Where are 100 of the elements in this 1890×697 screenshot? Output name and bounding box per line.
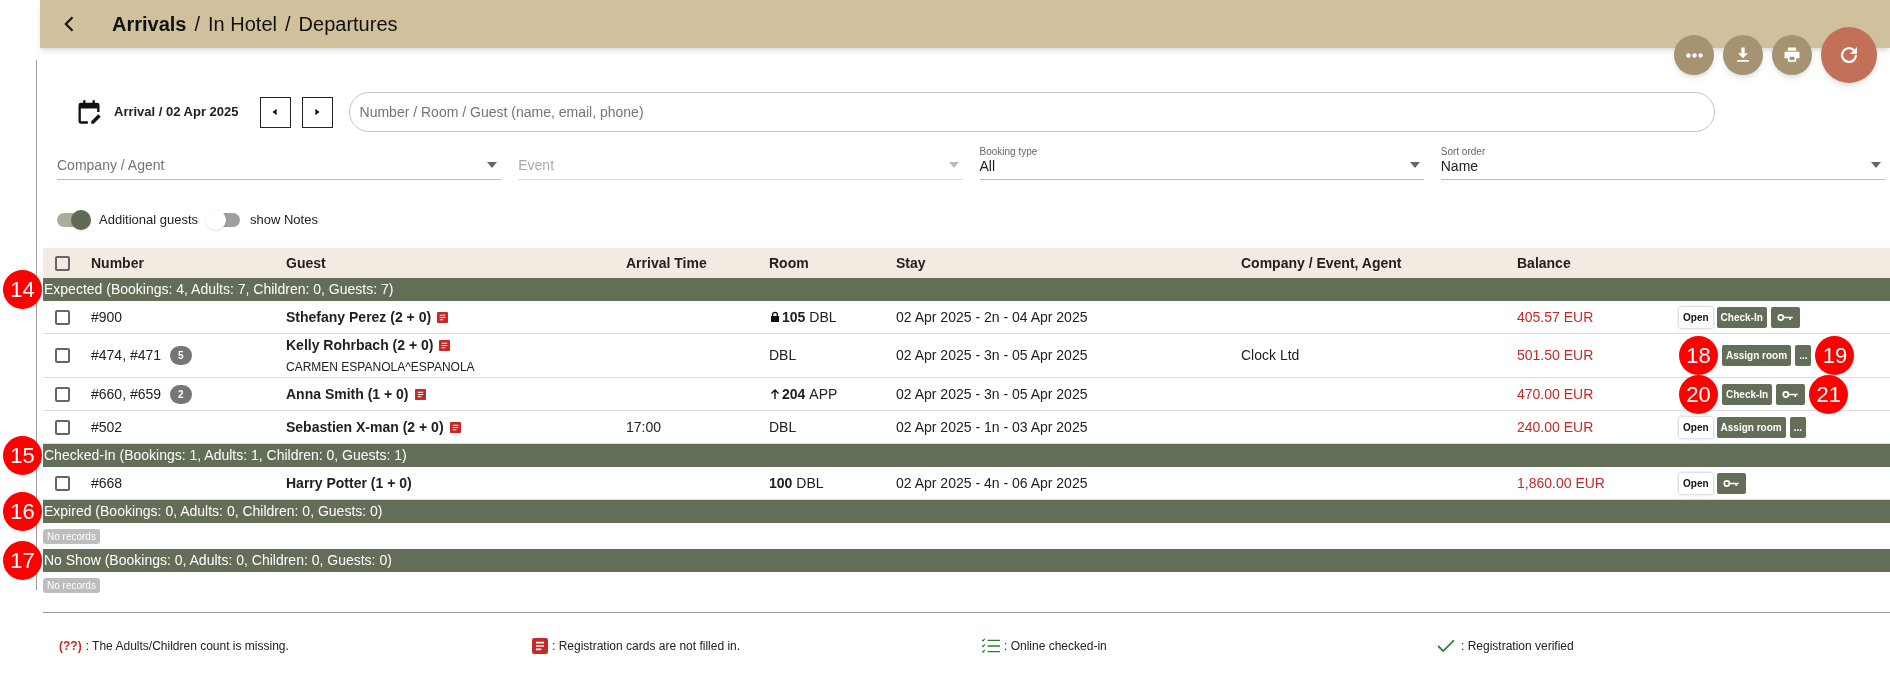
assign-room-button[interactable]: Assign room: [1722, 345, 1792, 366]
room-text: DBL: [809, 307, 837, 327]
date-label: Arrival / 02 Apr 2025: [114, 103, 239, 122]
search-field[interactable]: Number / Room / Guest (name, email, phone): [348, 92, 1715, 132]
balance-amount: 405.57 EUR: [1517, 307, 1595, 327]
guest-name[interactable]: Sthefany Perez (2 + 0): [286, 306, 432, 328]
refresh-button[interactable]: [1821, 27, 1877, 83]
step-marker: 20: [1679, 374, 1718, 414]
registration-card-icon: [532, 638, 548, 654]
caret-down-icon: [1409, 162, 1420, 168]
row-checkbox[interactable]: [55, 348, 70, 363]
assign-room-button[interactable]: Assign room: [1716, 416, 1786, 438]
key-button[interactable]: [1776, 383, 1806, 405]
company-name: Clock Ltd: [1241, 346, 1301, 365]
booking-number: #474, #471: [91, 346, 162, 365]
breadcrumb-separator: /: [285, 12, 291, 37]
toggle-switch[interactable]: [208, 213, 240, 227]
step-marker: 18: [1679, 336, 1718, 375]
group-title: No Show (Bookings: 0, Adults: 0, Children: 0, Guests: 0): [43, 551, 392, 570]
toggle-label: Additional guests: [99, 211, 198, 230]
caret-left-icon: [271, 108, 280, 116]
toggle-switch[interactable]: [57, 213, 89, 227]
registration-card-icon: [437, 311, 449, 323]
open-button[interactable]: Open: [1679, 472, 1713, 494]
column-header: Arrival Time: [626, 253, 708, 273]
balance-amount: 501.50 EUR: [1517, 346, 1595, 365]
breadcrumb-tab[interactable]: Departures: [298, 9, 398, 39]
breadcrumb-tab[interactable]: In Hotel: [208, 9, 277, 39]
room-text: 204: [782, 384, 806, 404]
legend-text: : The Adults/Children count is missing.: [85, 638, 289, 655]
step-marker: 17: [3, 541, 42, 580]
breadcrumb-separator: /: [194, 12, 201, 37]
legend-text: : Registration verified: [1461, 638, 1574, 655]
key-button[interactable]: [1716, 472, 1746, 494]
booking-number: #502: [91, 417, 123, 437]
key-button[interactable]: [1770, 306, 1800, 328]
column-header: Balance: [1517, 253, 1572, 273]
caret-down-icon: [1871, 162, 1881, 168]
check-icon: [1437, 639, 1455, 653]
download-button[interactable]: [1723, 35, 1763, 75]
caret-right-icon: [313, 108, 322, 116]
column-header: Company / Event, Agent: [1241, 253, 1403, 273]
dropdown-field: Event: [518, 144, 963, 180]
guest-name[interactable]: Sebastien X-man (2 + 0): [286, 416, 444, 438]
key-icon: [1722, 478, 1740, 488]
group-title: Expected (Bookings: 4, Adults: 7, Children: 0, Guests: 7): [43, 280, 394, 299]
toggle-label: show Notes: [250, 211, 318, 230]
balance-amount: 240.00 EUR: [1517, 417, 1595, 437]
select-all-checkbox[interactable]: [55, 255, 70, 271]
count-badge: 2: [170, 384, 192, 404]
step-marker: 21: [1809, 374, 1849, 414]
row-checkbox[interactable]: [55, 419, 70, 435]
registration-card-icon: [449, 421, 461, 433]
no-records-label: No records: [43, 528, 100, 544]
check-in-button[interactable]: Check-In: [1722, 383, 1773, 405]
lock-icon: [769, 311, 781, 323]
more-button[interactable]: ...: [1795, 345, 1812, 366]
room-text: 100: [769, 473, 793, 493]
missing-count-symbol: (??): [59, 638, 82, 655]
guest-name[interactable]: Harry Potter (1 + 0): [286, 472, 412, 494]
row-checkbox[interactable]: [55, 386, 70, 402]
print-button[interactable]: [1772, 35, 1812, 75]
row-checkbox[interactable]: [55, 309, 70, 325]
open-button[interactable]: Open: [1679, 306, 1713, 328]
checklist-icon: [982, 638, 1000, 654]
breadcrumb-tab[interactable]: Arrivals: [112, 9, 187, 39]
booking-number: #900: [91, 307, 123, 327]
guest-name[interactable]: Anna Smith (1 + 0): [286, 383, 409, 405]
step-marker: 15: [3, 436, 42, 475]
check-in-button[interactable]: Check-In: [1716, 306, 1767, 328]
count-badge: 5: [170, 346, 192, 365]
room-text: 105: [782, 307, 806, 327]
booking-number: #660, #659: [91, 384, 162, 404]
arrow-up-icon: [769, 388, 781, 400]
open-button[interactable]: Open: [1679, 416, 1713, 438]
guest-name[interactable]: Kelly Rohrbach (2 + 0): [286, 335, 434, 356]
more-button[interactable]: [1674, 35, 1714, 75]
column-header: Room: [769, 253, 810, 273]
row-checkbox[interactable]: [55, 475, 70, 491]
dropdown-field[interactable]: Company / Agent: [57, 144, 502, 180]
stay-dates: 02 Apr 2025 - 4n - 06 Apr 2025: [896, 473, 1089, 493]
dropdown-field[interactable]: Booking type All: [979, 144, 1424, 180]
stay-dates: 02 Apr 2025 - 3n - 05 Apr 2025: [896, 384, 1089, 404]
stay-dates: 02 Apr 2025 - 2n - 04 Apr 2025: [896, 307, 1089, 327]
stay-dates: 02 Apr 2025 - 3n - 05 Apr 2025: [896, 346, 1089, 365]
column-header: Number: [91, 253, 145, 273]
more-button[interactable]: ...: [1789, 416, 1807, 438]
step-marker: 19: [1815, 336, 1855, 375]
column-header: Stay: [896, 253, 927, 273]
dropdown-field[interactable]: Sort order Name: [1440, 144, 1885, 180]
column-header: Guest: [286, 253, 327, 273]
guest-subname: CARMEN ESPANOLA^ESPANOLA: [286, 359, 476, 376]
legend-text: : Registration cards are not filled in.: [552, 638, 741, 655]
next-day-button[interactable]: [301, 96, 333, 128]
room-text: DBL: [769, 417, 797, 437]
room-text: DBL: [769, 346, 797, 365]
more-icon: [1685, 52, 1703, 58]
group-title: Checked-In (Bookings: 1, Adults: 1, Children: 0, Guests: 1): [43, 446, 407, 465]
prev-day-button[interactable]: [259, 96, 291, 128]
registration-card-icon: [414, 388, 426, 400]
